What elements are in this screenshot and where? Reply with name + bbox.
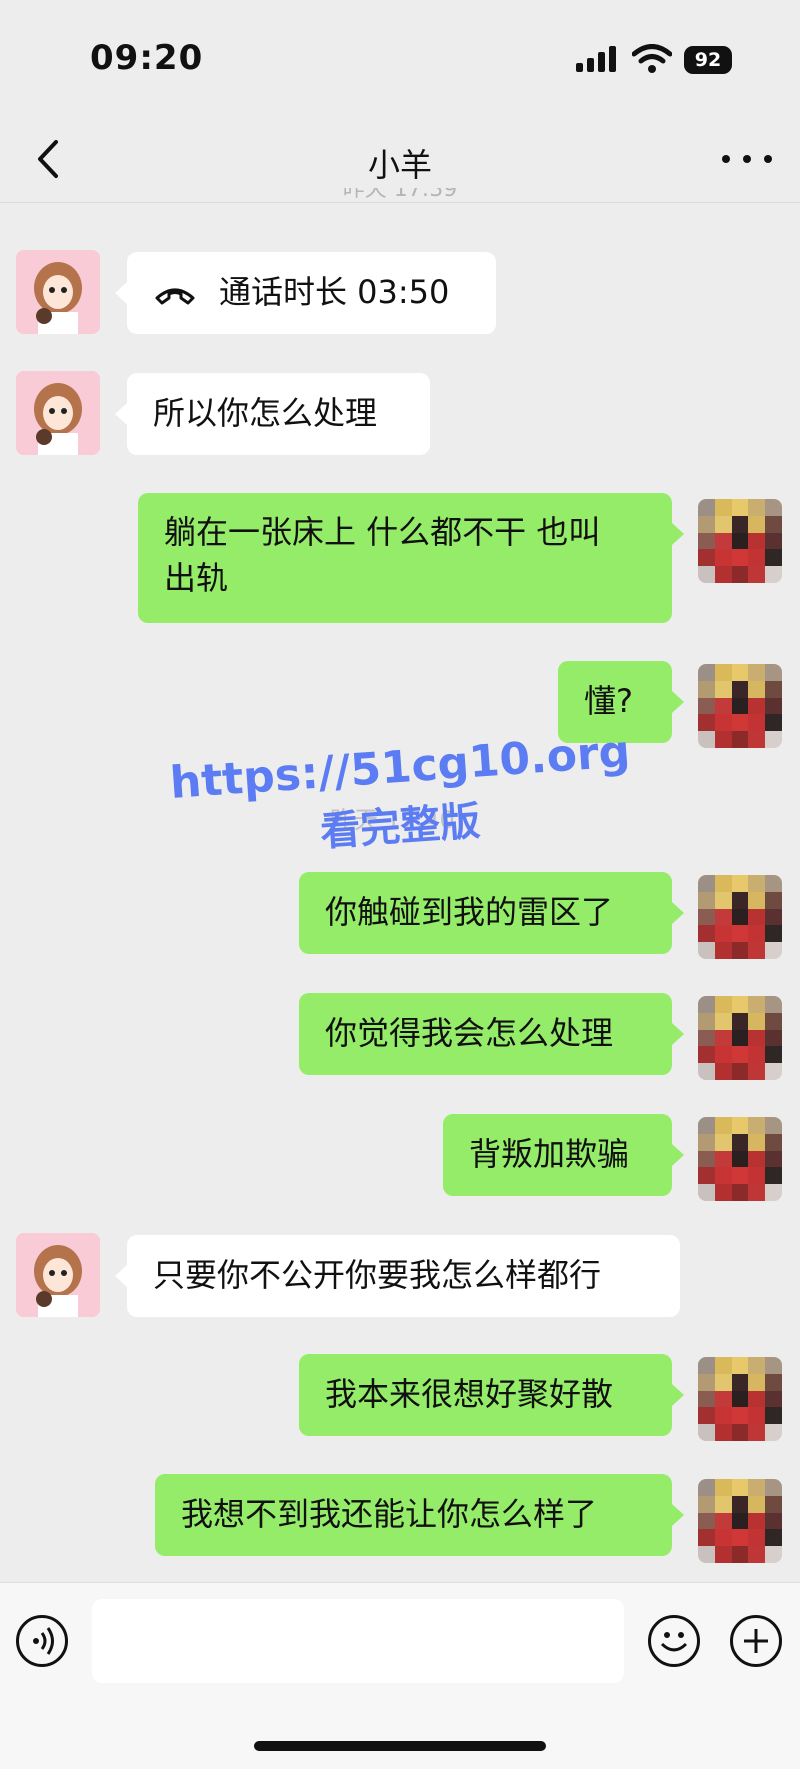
home-indicator [254, 1741, 546, 1751]
status-bar: 09:20 92 [0, 0, 800, 120]
message-bubble[interactable]: 我想不到我还能让你怎么样了 [155, 1474, 684, 1556]
user-avatar[interactable] [698, 1357, 782, 1441]
message-input[interactable] [92, 1599, 624, 1683]
wifi-icon [632, 44, 672, 73]
message-text-line1: 躺在一张床上 什么都不干 也叫 [164, 513, 601, 551]
chat-title: 小羊 [367, 146, 432, 184]
message-text: 所以你怎么处理 [153, 394, 378, 432]
user-avatar[interactable] [698, 1479, 782, 1563]
message-text: 你触碰到我的雷区了 [325, 893, 614, 931]
message-text: 你觉得我会怎么处理 [325, 1014, 614, 1052]
message-bubble[interactable]: 躺在一张床上 什么都不干 也叫 出轨 [138, 493, 684, 623]
message-bubble[interactable]: 背叛加欺骗 [443, 1114, 684, 1196]
message-text: 只要你不公开你要我怎么样都行 [153, 1256, 602, 1294]
emoji-icon[interactable] [648, 1615, 700, 1667]
plus-icon[interactable] [730, 1615, 782, 1667]
message-text: 通话时长 03:50 [219, 273, 450, 311]
message-bubble[interactable]: 只要你不公开你要我怎么样都行 [115, 1235, 680, 1317]
input-bar [0, 1582, 800, 1769]
message-bubble[interactable]: 所以你怎么处理 [115, 373, 430, 455]
signal-icon [576, 46, 616, 72]
partial-timestamp: 昨天 17:39 [342, 188, 458, 202]
battery-indicator: 92 [684, 46, 732, 74]
message-text: 背叛加欺骗 [469, 1135, 630, 1173]
user-avatar[interactable] [698, 996, 782, 1080]
message-text: 我本来很想好聚好散 [325, 1375, 614, 1413]
message-text: 我想不到我还能让你怎么样了 [181, 1495, 598, 1533]
user-avatar[interactable] [698, 1117, 782, 1201]
message-text: 懂? [584, 682, 633, 720]
user-avatar[interactable] [698, 875, 782, 959]
message-bubble[interactable]: 你触碰到我的雷区了 [299, 872, 684, 954]
voice-icon[interactable] [16, 1615, 68, 1667]
contact-avatar[interactable] [16, 1233, 100, 1317]
message-bubble[interactable]: 通话时长 03:50 [115, 252, 496, 334]
message-bubble[interactable]: 我本来很想好聚好散 [299, 1354, 684, 1436]
more-icon[interactable] [722, 142, 772, 176]
phone-icon [155, 288, 195, 305]
message-text-line2: 出轨 [164, 559, 229, 597]
message-bubble[interactable]: 你觉得我会怎么处理 [299, 993, 684, 1075]
contact-avatar[interactable] [16, 371, 100, 455]
user-avatar[interactable] [698, 499, 782, 583]
contact-avatar[interactable] [16, 250, 100, 334]
status-time: 09:20 [90, 38, 204, 78]
